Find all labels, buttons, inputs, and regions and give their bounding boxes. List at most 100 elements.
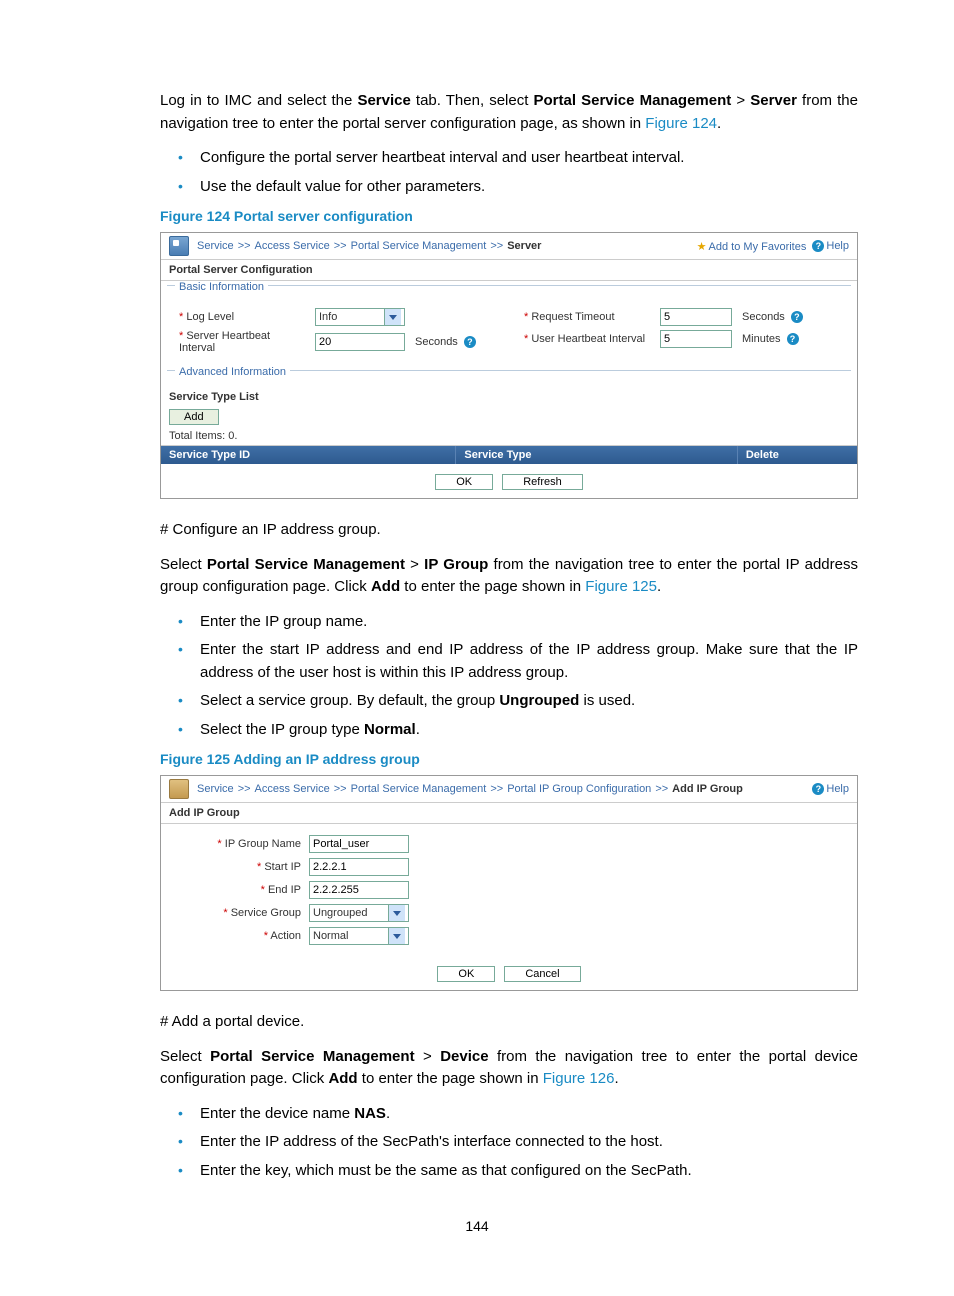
ok-button[interactable]: OK (435, 474, 493, 490)
text: tab. Then, select (411, 92, 534, 109)
crumb-sep: >> (238, 783, 251, 795)
server-hb-label: Server Heartbeat Interval (179, 330, 309, 354)
breadcrumb-row: Service >> Access Service >> Portal Serv… (161, 233, 857, 260)
section-title: Add IP Group (161, 803, 857, 824)
fav-text: Add to My Favorites (709, 241, 807, 253)
start-ip-label: Start IP (191, 861, 309, 873)
paragraph-1: Log in to IMC and select the Service tab… (160, 90, 858, 135)
bold-text: Service (357, 92, 410, 109)
help-icon[interactable] (791, 311, 805, 323)
basic-info-label: Basic Information (167, 285, 851, 302)
crumb-current: Server (507, 240, 541, 252)
add-button[interactable]: Add (169, 409, 219, 425)
action-label: Action (191, 930, 309, 942)
unit-seconds: Seconds (742, 311, 785, 323)
cancel-button[interactable]: Cancel (504, 966, 580, 982)
action-value: Normal (313, 930, 348, 942)
end-ip-input[interactable] (309, 881, 409, 899)
crumb-sep: >> (655, 783, 668, 795)
col-service-type[interactable]: Service Type (456, 446, 737, 464)
list-item: Enter the IP group name. (178, 611, 858, 634)
help-icon[interactable] (464, 336, 478, 348)
help-text: Help (826, 783, 849, 795)
figure-125-caption: Figure 125 Adding an IP address group (160, 751, 858, 767)
figure-link[interactable]: Figure 126 (543, 1070, 615, 1087)
page-number: 144 (465, 1218, 488, 1234)
ip-group-name-input[interactable] (309, 835, 409, 853)
action-select[interactable]: Normal (309, 927, 409, 945)
crumb-current: Add IP Group (672, 783, 743, 795)
refresh-button[interactable]: Refresh (502, 474, 583, 490)
text: . (614, 1070, 618, 1087)
basic-info-grid: Log Level Info Server Heartbeat Interval… (161, 302, 857, 366)
section-title: Portal Server Configuration (161, 260, 857, 281)
breadcrumb: Service >> Access Service >> Portal Serv… (169, 779, 743, 799)
fav-help: Add to My Favorites Help (697, 240, 849, 253)
text: . (717, 115, 721, 132)
ok-button[interactable]: OK (437, 966, 495, 982)
add-ip-group-form: IP Group Name Start IP End IP Service Gr… (161, 824, 857, 956)
server-hb-input[interactable] (315, 333, 405, 351)
req-timeout-input[interactable] (660, 308, 732, 326)
module-icon (169, 779, 189, 799)
end-ip-row: End IP (191, 881, 857, 899)
text: to enter the page shown in (400, 578, 585, 595)
bold-text: IP Group (424, 556, 488, 573)
start-ip-input[interactable] (309, 858, 409, 876)
start-ip-row: Start IP (191, 858, 857, 876)
service-group-select[interactable]: Ungrouped (309, 904, 409, 922)
service-group-value: Ungrouped (313, 907, 367, 919)
crumb-ipgroup[interactable]: Portal IP Group Configuration (507, 783, 651, 795)
star-icon (697, 241, 709, 253)
list-item: Enter the key, which must be the same as… (178, 1160, 858, 1183)
log-level-value: Info (319, 311, 337, 323)
text: Select (160, 556, 207, 573)
user-hb-input[interactable] (660, 330, 732, 348)
request-timeout-row: Request Timeout Seconds (524, 308, 839, 326)
crumb-access[interactable]: Access Service (255, 240, 330, 252)
col-delete[interactable]: Delete (738, 446, 907, 464)
add-favorites-link[interactable]: Add to My Favorites (697, 240, 807, 253)
figure-link[interactable]: Figure 125 (585, 578, 657, 595)
bold-text: Portal Service Management (210, 1048, 414, 1065)
ip-group-name-label: IP Group Name (191, 838, 309, 850)
figure-link[interactable]: Figure 124 (645, 115, 717, 132)
paragraph-2: Select Portal Service Management > IP Gr… (160, 554, 858, 599)
log-level-label: Log Level (179, 311, 309, 323)
list-item: Select the IP group type Normal. (178, 719, 858, 742)
breadcrumb: Service >> Access Service >> Portal Serv… (169, 236, 541, 256)
figure-124-panel: Service >> Access Service >> Portal Serv… (160, 232, 858, 499)
bold-text: Add (371, 578, 400, 595)
col-service-type-id[interactable]: Service Type ID (161, 446, 456, 464)
end-ip-label: End IP (191, 884, 309, 896)
text: > (405, 556, 424, 573)
module-icon (169, 236, 189, 256)
server-heartbeat-row: Server Heartbeat Interval Seconds (179, 330, 494, 354)
list-item: Enter the device name NAS. (178, 1103, 858, 1126)
bold-text: Device (440, 1048, 488, 1065)
log-level-row: Log Level Info (179, 308, 494, 326)
list-item: Use the default value for other paramete… (178, 176, 858, 199)
crumb-portal[interactable]: Portal Service Management (351, 240, 487, 252)
crumb-service[interactable]: Service (197, 240, 234, 252)
list-item: Configure the portal server heartbeat in… (178, 147, 858, 170)
help-link[interactable]: Help (812, 783, 849, 795)
crumb-access[interactable]: Access Service (255, 783, 330, 795)
button-row: OK Cancel (161, 956, 857, 990)
text: Log in to IMC and select the (160, 92, 357, 109)
fav-help: Help (812, 783, 849, 795)
bullet-list-3: Enter the device name NAS. Enter the IP … (160, 1103, 858, 1183)
hash-step-2: # Add a portal device. (160, 1011, 858, 1034)
help-icon[interactable] (787, 333, 801, 345)
bullet-list-1: Configure the portal server heartbeat in… (160, 147, 858, 198)
chevron-down-icon (388, 905, 405, 921)
service-group-row: Service Group Ungrouped (191, 904, 857, 922)
service-group-label: Service Group (191, 907, 309, 919)
help-text: Help (826, 240, 849, 252)
crumb-service[interactable]: Service (197, 783, 234, 795)
help-link[interactable]: Help (812, 240, 849, 252)
log-level-select[interactable]: Info (315, 308, 405, 326)
chevron-down-icon (384, 309, 401, 325)
crumb-portal[interactable]: Portal Service Management (351, 783, 487, 795)
figure-125-panel: Service >> Access Service >> Portal Serv… (160, 775, 858, 991)
